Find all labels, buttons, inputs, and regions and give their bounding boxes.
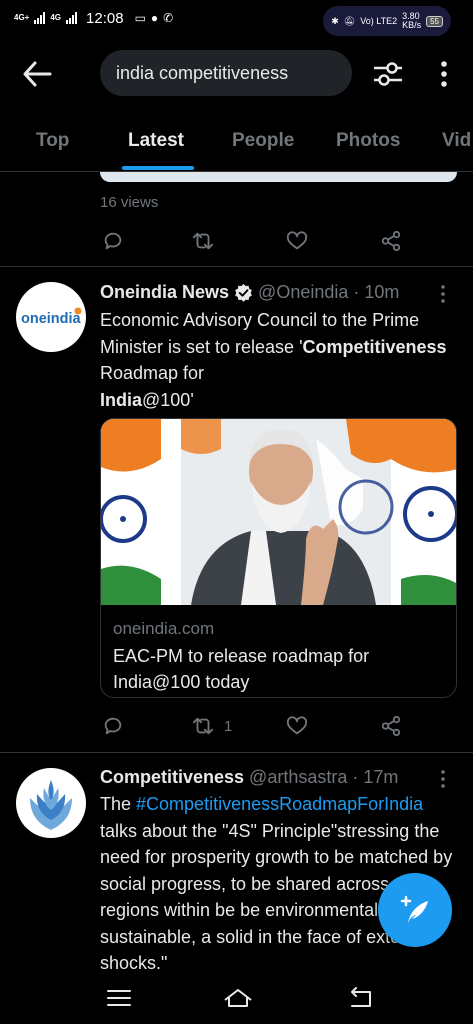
reply-button[interactable] (102, 226, 124, 256)
tab-people[interactable]: People (232, 130, 294, 152)
retweet-icon (192, 717, 214, 735)
avatar[interactable]: oneindia (16, 282, 86, 352)
search-input[interactable]: india competitiveness (100, 50, 352, 96)
back-arrow-icon[interactable] (22, 60, 52, 88)
more-options-icon[interactable] (436, 58, 452, 90)
tweet-actions (100, 226, 402, 256)
status-bar: 4G+ 4G 12:08 ▭ ● ✆ ✱ 🔕︎ Vo) LTE2 3.80 KB… (0, 0, 473, 36)
author-handle[interactable]: @Oneindia (258, 282, 348, 303)
competitiveness-logo (30, 780, 72, 830)
heart-icon (286, 231, 308, 250)
mute-icon: 🔕︎ (343, 15, 356, 26)
card-image (101, 419, 456, 605)
share-button[interactable] (380, 226, 402, 256)
home-icon[interactable] (223, 986, 253, 1010)
search-tabs: Top Latest People Photos Vid (0, 118, 473, 172)
search-header: india competitiveness (0, 48, 473, 100)
share-icon (381, 715, 401, 737)
view-count: 16 views (100, 194, 159, 211)
heart-icon (286, 716, 308, 735)
tab-photos[interactable]: Photos (336, 130, 400, 152)
network-type-2: 4G (50, 13, 62, 22)
active-tab-indicator (122, 166, 194, 170)
signal-icon (34, 12, 46, 24)
avatar[interactable] (16, 768, 86, 838)
menu-icon[interactable] (106, 986, 132, 1010)
tab-videos[interactable]: Vid (442, 130, 471, 152)
compose-tweet-button[interactable] (378, 873, 452, 947)
tweet-text: Economic Advisory Council to the Prime M… (100, 307, 455, 413)
tweet-more-icon[interactable] (436, 284, 450, 304)
link-card[interactable]: oneindia.com EAC-PM to release roadmap f… (100, 418, 457, 698)
tweet-time: · 17m (352, 767, 399, 787)
network-type-1: 4G+ (14, 13, 30, 22)
speed-indicator: 3.80 KB/s (402, 12, 421, 30)
retweet-count: 1 (224, 717, 233, 735)
filter-settings-icon[interactable] (372, 58, 404, 90)
signal-icon-2 (66, 12, 78, 24)
reply-icon (104, 717, 122, 735)
tweet-actions: 1 (100, 711, 402, 741)
retweet-button[interactable] (192, 226, 214, 256)
author-handle[interactable]: @arthsastra (249, 767, 347, 788)
card-domain: oneindia.com (113, 619, 215, 638)
status-right: ✱ 🔕︎ Vo) LTE2 3.80 KB/s 55 (323, 6, 451, 36)
tweet-header: Oneindia News @Oneindia · 10m (100, 282, 399, 303)
phone-icon: ✆ (163, 11, 174, 25)
voicemail-icon: ▭ (134, 11, 146, 25)
card-title: EAC-PM to release roadmap for India@100 … (113, 646, 370, 692)
share-button[interactable] (380, 711, 402, 741)
tab-latest[interactable]: Latest (128, 130, 184, 152)
bluetooth-icon: ✱ (331, 15, 339, 26)
reply-button[interactable] (102, 711, 124, 741)
reply-icon (104, 232, 122, 250)
status-left: 4G+ 4G 12:08 ▭ ● ✆ (14, 10, 173, 27)
tweet-divider (0, 752, 473, 753)
hashtag-link[interactable]: #CompetitivenessRoadmapForIndia (136, 794, 423, 814)
volte-indicator: Vo) LTE2 (360, 16, 398, 26)
notification-icons: ▭ ● ✆ (135, 11, 174, 25)
speed-unit: KB/s (402, 20, 422, 30)
tab-top[interactable]: Top (36, 130, 69, 152)
tweet-time: · 10m (353, 282, 400, 302)
svg-text:oneindia: oneindia (21, 311, 82, 327)
tweet-text-part: Roadmap for (100, 363, 205, 383)
tweet-divider (0, 266, 473, 267)
back-nav-icon[interactable] (348, 986, 374, 1010)
retweet-icon (192, 232, 214, 250)
system-nav-bar (0, 972, 473, 1024)
message-icon: ● (150, 11, 159, 25)
like-button[interactable] (286, 226, 308, 256)
oneindia-logo: oneindia (21, 307, 82, 327)
battery-icon: 55 (426, 15, 443, 27)
tweet-text-highlight: India (100, 389, 143, 410)
tweet-header: Competitiveness @arthsastra · 17m (100, 767, 398, 788)
verified-badge-icon (235, 283, 252, 302)
tweet-text-part: @100' (142, 389, 194, 410)
share-icon (381, 230, 401, 252)
tweet-text-part: The (100, 794, 137, 814)
like-button[interactable] (286, 711, 308, 741)
tweet-more-icon[interactable] (436, 769, 450, 789)
tweet-text-highlight: Competitiveness (302, 336, 447, 357)
retweet-button[interactable]: 1 (192, 711, 232, 741)
author-name[interactable]: Oneindia News (100, 282, 229, 303)
compose-feather-icon (400, 895, 428, 923)
author-name[interactable]: Competitiveness (100, 767, 244, 788)
clock: 12:08 (86, 9, 124, 27)
previous-tweet-media[interactable] (100, 172, 457, 182)
